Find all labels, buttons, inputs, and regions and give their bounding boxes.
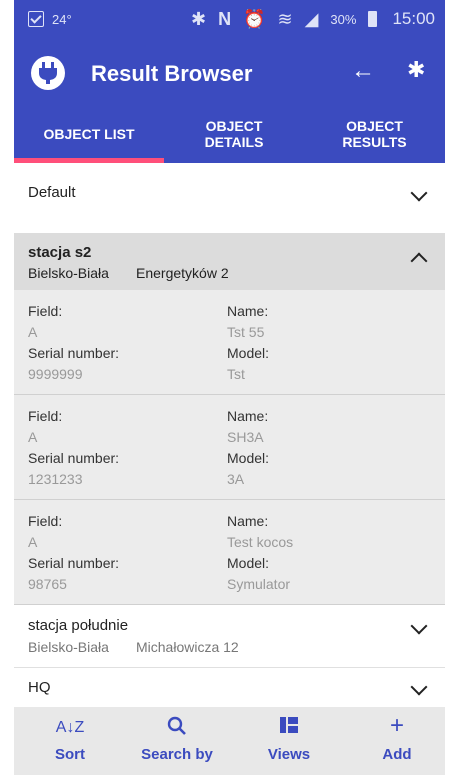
bluetooth-status-icon: ✱ <box>190 9 207 29</box>
bottom-navigation: A↓Z Sort Search by Views + Add <box>14 707 445 775</box>
tab-object-list[interactable]: OBJECT LIST <box>14 105 164 163</box>
views-button[interactable]: Views <box>239 707 339 775</box>
group-hq[interactable]: HQ <box>14 667 445 707</box>
back-arrow-icon[interactable]: ← <box>351 57 375 85</box>
tab-bar: OBJECT LIST OBJECT DETAILS OBJECT RESULT… <box>14 105 445 163</box>
app-bar: Result Browser ← ✱ <box>14 43 445 105</box>
app-title: Result Browser <box>91 61 253 86</box>
add-button[interactable]: + Add <box>347 707 445 775</box>
sort-az-icon: A↓Z <box>55 719 85 736</box>
check-notification-icon <box>28 11 44 27</box>
bluetooth-button-icon[interactable]: ✱ <box>407 57 425 83</box>
sort-button[interactable]: A↓Z Sort <box>20 707 120 775</box>
search-by-button[interactable]: Search by <box>127 707 227 775</box>
battery-icon <box>368 11 378 27</box>
views-icon <box>239 716 339 739</box>
chevron-down-icon[interactable] <box>410 184 428 202</box>
plus-icon: + <box>389 712 404 739</box>
app-frame: 24° ✱ N ⏰ ≋ ◢ 30% 15:00 Result Browser ←… <box>14 0 445 775</box>
list-item[interactable]: Field: A Serial number: 1231233 Name: SH… <box>14 395 445 500</box>
object-list: Default stacja s2 Bielsko-Biała Energety… <box>14 163 445 707</box>
chevron-up-icon[interactable] <box>410 252 428 270</box>
alarm-status-icon: ⏰ <box>243 9 266 29</box>
nfc-status-icon: N <box>218 9 232 29</box>
status-bar: 24° ✱ N ⏰ ≋ ◢ 30% 15:00 <box>14 0 445 43</box>
wifi-status-icon: ≋ <box>277 9 293 29</box>
list-item[interactable]: Field: A Serial number: 98765 Name: Test… <box>14 500 445 605</box>
search-icon <box>127 716 227 742</box>
tab-object-details[interactable]: OBJECT DETAILS <box>164 105 304 163</box>
battery-percent: 30% <box>330 11 357 27</box>
group-default[interactable]: Default <box>14 163 445 234</box>
tab-object-results[interactable]: OBJECT RESULTS <box>304 105 445 163</box>
clock: 15:00 <box>392 9 435 28</box>
chevron-down-icon[interactable] <box>410 678 428 696</box>
list-item[interactable]: Field: A Serial number: 9999999 Name: Ts… <box>14 290 445 395</box>
plug-logo-icon <box>31 56 65 90</box>
chevron-down-icon[interactable] <box>410 617 428 635</box>
temperature-notification: 24° <box>52 11 72 27</box>
group-stacja-poludnie[interactable]: stacja południe Bielsko-Biała Michałowic… <box>14 605 445 668</box>
group-stacja-s2[interactable]: stacja s2 Bielsko-Biała Energetyków 2 <box>14 233 445 290</box>
signal-status-icon: ◢ <box>304 9 319 29</box>
